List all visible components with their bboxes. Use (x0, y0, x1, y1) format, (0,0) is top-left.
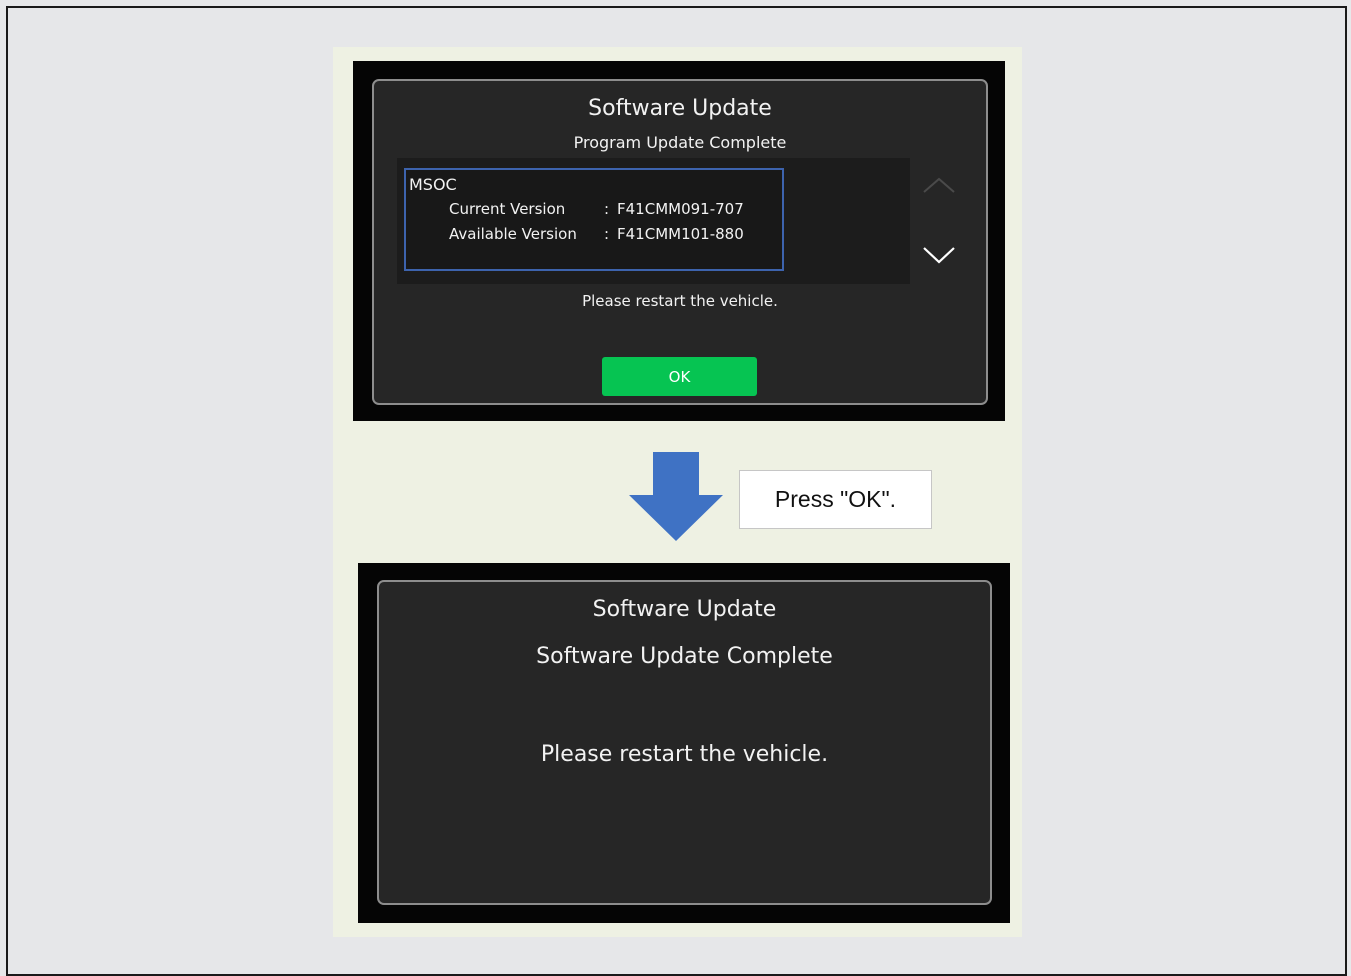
current-version-separator: : (604, 200, 610, 218)
current-version-label: Current Version (449, 200, 566, 218)
update-item-name: MSOC (409, 175, 457, 194)
ok-button[interactable]: OK (602, 357, 757, 396)
chevron-up-icon[interactable] (922, 172, 956, 196)
restart-message-2: Please restart the vehicle. (540, 742, 829, 767)
available-version-value: F41CMM101-880 (617, 225, 744, 243)
dialog-subtitle-2: Software Update Complete (536, 644, 833, 669)
available-version-separator: : (604, 225, 610, 243)
callout-text: Press "OK". (774, 486, 897, 512)
chevron-down-icon[interactable] (922, 243, 956, 267)
available-version-label: Available Version (449, 225, 577, 243)
callout-box: Press "OK". (739, 470, 932, 529)
dialog-title-2: Software Update (592, 597, 777, 622)
dialog-title: Software Update (588, 96, 772, 121)
arrow-down-icon (628, 452, 724, 546)
restart-message: Please restart the vehicle. (582, 292, 778, 310)
update-item-selected[interactable] (404, 168, 784, 271)
dialog-subtitle: Program Update Complete (573, 133, 787, 152)
current-version-value: F41CMM091-707 (617, 200, 744, 218)
